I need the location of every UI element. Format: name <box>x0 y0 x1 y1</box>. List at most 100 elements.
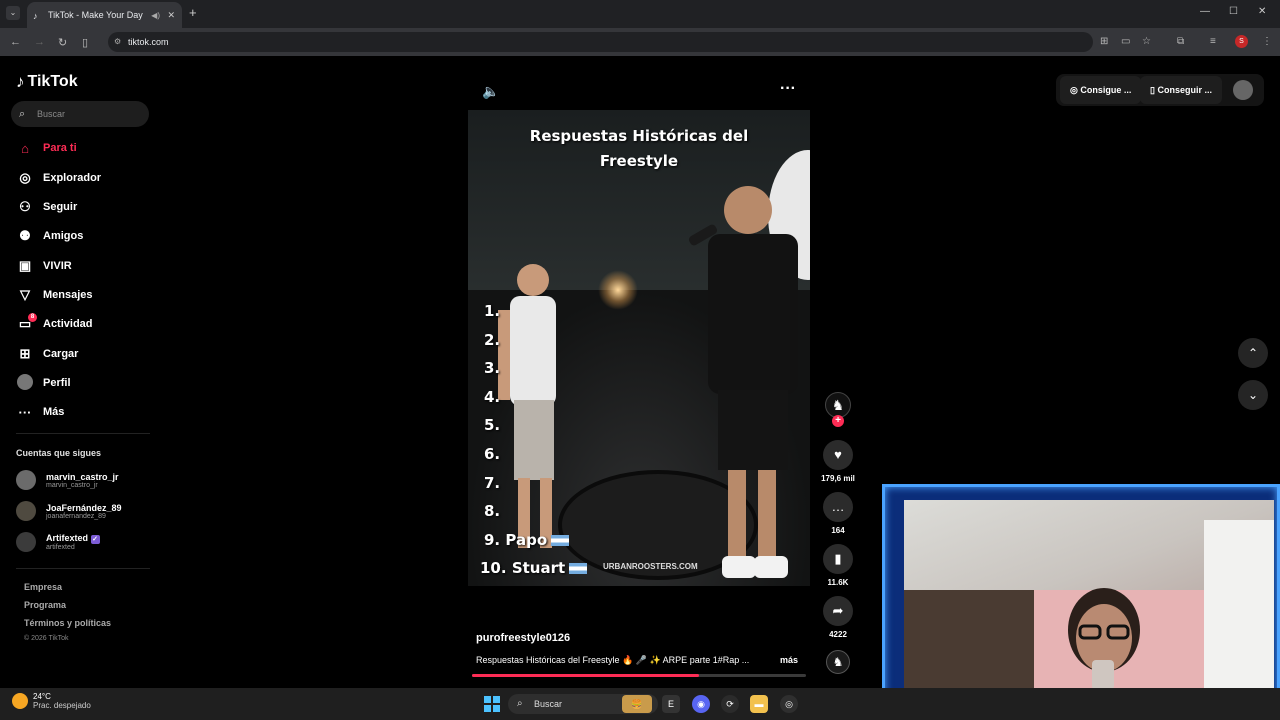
forward-icon[interactable]: → <box>34 36 45 48</box>
sidebar-item-perfil[interactable]: Perfil <box>16 373 71 393</box>
rank-number: 7. <box>484 474 501 492</box>
search-input[interactable]: ⌕ Buscar <box>11 101 149 127</box>
video-title-line: Respuestas Históricas del <box>529 127 749 145</box>
rank-item: 9. Papo <box>484 531 570 549</box>
epic-games-icon[interactable]: E <box>662 695 680 713</box>
sidebar-item-explorador[interactable]: ◎ Explorador <box>16 168 101 188</box>
volume-icon[interactable]: 🔈 <box>482 83 499 100</box>
avatar <box>16 470 36 490</box>
rank-number: 4. <box>484 388 501 406</box>
minimize-button[interactable]: — <box>1200 6 1210 17</box>
rank-item: 10. Stuart <box>480 559 588 577</box>
sidebar-item-mas[interactable]: ··· Más <box>16 402 65 422</box>
like-count: 179,6 mil <box>821 474 855 483</box>
description-more-link[interactable]: más <box>780 655 798 665</box>
video-player[interactable]: Respuestas Históricas del Freestyle 1. 2… <box>468 110 810 586</box>
rank-item: 4. <box>484 388 500 406</box>
music-disc-icon[interactable]: ♞ <box>826 650 850 674</box>
rank-number: 1. <box>484 302 501 320</box>
comment-action[interactable]: … 164 <box>820 492 856 535</box>
browser-menu-icon[interactable]: ⋮ <box>1262 36 1272 47</box>
save-action[interactable]: ▮ 11.6K <box>820 544 856 587</box>
tab-close-icon[interactable]: ✕ <box>167 10 175 21</box>
footer-link-empresa[interactable]: Empresa <box>24 582 62 592</box>
weather-condition: Prac. despejado <box>33 701 91 710</box>
sidebar-item-vivir[interactable]: ▣ VIVIR <box>16 256 72 276</box>
previous-video-button[interactable]: ⌃ <box>1238 338 1268 368</box>
site-info-icon[interactable]: ⚙ <box>114 32 121 52</box>
extensions-icon[interactable]: ⧉ <box>1177 36 1184 47</box>
get-app-button[interactable]: ▯ Conseguir ... <box>1140 76 1222 104</box>
sidebar-item-para-ti[interactable]: ⌂ Para ti <box>16 138 77 158</box>
sidebar-item-mensajes[interactable]: ▽ Mensajes <box>16 285 93 305</box>
reading-list-icon[interactable]: ≡ <box>1210 36 1216 47</box>
heart-icon[interactable]: ♥ <box>823 440 853 470</box>
address-bar[interactable]: ⚙ tiktok.com <box>108 32 1093 52</box>
sidebar-item-cargar[interactable]: ⊞ Cargar <box>16 344 79 364</box>
app-icon[interactable]: ⟳ <box>721 695 739 713</box>
widget-food-icon[interactable]: 🍔 <box>622 695 652 713</box>
url-text: tiktok.com <box>128 37 169 47</box>
comment-count: 164 <box>831 526 845 535</box>
tab-search-button[interactable]: ⌄ <box>6 6 20 20</box>
argentina-flag-icon <box>569 563 588 574</box>
rank-item: 5. <box>484 416 500 434</box>
browser-profile-avatar[interactable]: S <box>1235 35 1248 48</box>
tab-audio-icon[interactable]: ◀) <box>151 11 160 20</box>
home-icon: ⌂ <box>21 140 29 156</box>
following-item[interactable]: marvin_castro_jr marvin_castro_jr <box>16 470 119 490</box>
share-action[interactable]: ➦ 4222 <box>820 596 856 639</box>
get-coins-button[interactable]: ◎ Consigue ... <box>1060 76 1142 104</box>
weather-widget[interactable]: 24°C Prac. despejado <box>12 692 91 710</box>
reload-icon[interactable]: ↻ <box>58 36 67 49</box>
rank-item: 8. <box>484 502 500 520</box>
translate-icon[interactable]: ⊞ <box>1100 36 1108 47</box>
follow-plus-button[interactable]: + <box>832 415 844 427</box>
rank-item: 7. <box>484 474 500 492</box>
following-item[interactable]: JoaFernández_89 joanafernandez_89 <box>16 501 122 521</box>
video-description: Respuestas Históricas del Freestyle 🔥 🎤 … <box>476 655 750 665</box>
file-explorer-icon[interactable]: ▬ <box>750 695 768 713</box>
tiktok-logo[interactable]: ♪ TikTok <box>16 72 78 92</box>
search-icon: ⌕ <box>19 108 26 120</box>
discord-icon[interactable]: ◉ <box>692 695 710 713</box>
video-author[interactable]: purofreestyle0126 <box>476 632 570 644</box>
split-view-icon[interactable]: ▯ <box>82 36 88 49</box>
tiktok-note-icon: ♪ <box>16 72 25 91</box>
video-progress-bar[interactable] <box>472 674 806 677</box>
following-item[interactable]: Artifexted ✓ artifexted <box>16 532 100 552</box>
user-avatar[interactable] <box>1233 80 1253 100</box>
close-window-button[interactable]: ✕ <box>1258 6 1266 17</box>
tiktok-favicon-icon: ♪ <box>33 10 38 21</box>
back-icon[interactable]: ← <box>10 36 21 48</box>
footer-link-terminos[interactable]: Términos y políticas <box>24 618 111 628</box>
sidebar-item-actividad[interactable]: ▭ 8 Actividad <box>16 313 93 334</box>
cast-icon[interactable]: ▭ <box>1121 36 1130 47</box>
upload-icon: ⊞ <box>19 346 31 361</box>
bookmark-icon[interactable]: ▮ <box>823 544 853 574</box>
sidebar-item-amigos[interactable]: ⚉ Amigos <box>16 226 83 246</box>
avatar <box>16 501 36 521</box>
footer-link-programa[interactable]: Programa <box>24 600 66 610</box>
rank-number: 5. <box>484 416 501 434</box>
message-icon: ▽ <box>20 287 30 302</box>
chrome-icon[interactable]: ◎ <box>780 695 798 713</box>
like-action[interactable]: ♥ 179,6 mil <box>820 440 856 483</box>
windows-start-icon[interactable] <box>484 696 500 712</box>
rank-number: 2. <box>484 331 501 349</box>
coin-icon: ◎ <box>1070 85 1081 95</box>
next-video-button[interactable]: ⌄ <box>1238 380 1268 410</box>
sidebar-item-seguir[interactable]: ⚇ Seguir <box>16 197 77 217</box>
comment-icon[interactable]: … <box>823 492 853 522</box>
following-title: Cuentas que sigues <box>16 448 102 458</box>
rank-item: 2. <box>484 331 500 349</box>
rank-number: 6. <box>484 445 501 463</box>
browser-tab[interactable]: ♪ TikTok - Make Your Day ◀) ✕ <box>27 2 182 28</box>
new-tab-button[interactable]: + <box>189 5 197 20</box>
bookmark-star-icon[interactable]: ☆ <box>1142 36 1151 47</box>
share-icon[interactable]: ➦ <box>823 596 853 626</box>
rank-number: 9. <box>484 531 501 549</box>
maximize-button[interactable]: ☐ <box>1229 6 1238 17</box>
weather-sun-icon <box>12 693 28 709</box>
video-options-icon[interactable]: ··· <box>780 80 796 98</box>
